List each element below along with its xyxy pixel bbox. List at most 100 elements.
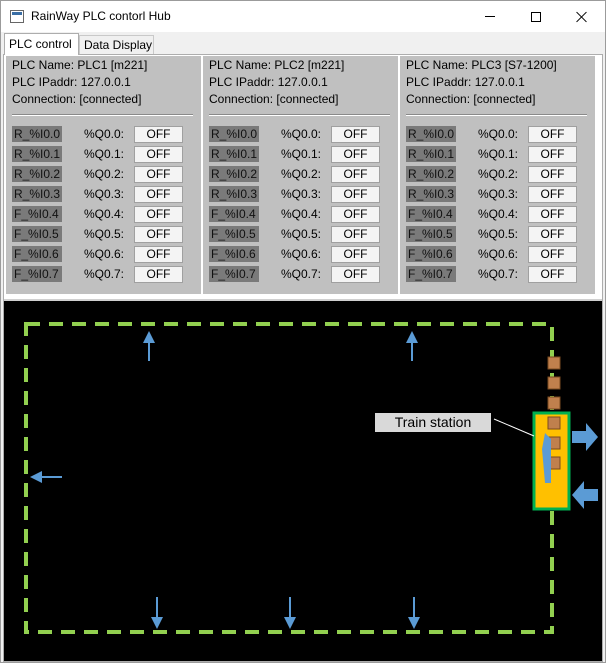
input-state-label: R_%I0.0 — [209, 126, 259, 142]
output-toggle-button[interactable]: OFF — [528, 126, 577, 143]
input-state-label: R_%I0.2 — [209, 166, 259, 182]
io-row: R_%I0.1 %Q0.1: OFF — [203, 144, 398, 164]
output-coil-label: %Q0.5: — [281, 227, 322, 241]
output-toggle-button[interactable]: OFF — [528, 166, 577, 183]
output-coil-label: %Q0.0: — [478, 127, 519, 141]
station-exit-arrow-icon — [572, 423, 598, 451]
output-coil-label: %Q0.5: — [478, 227, 519, 241]
train-station-label: Train station — [375, 413, 491, 432]
output-coil-label: %Q0.7: — [478, 267, 519, 281]
tab-data-display[interactable]: Data Display — [79, 35, 154, 55]
plc-panel-1: PLC Name: PLC1 [m221] PLC IPaddr: 127.0.0… — [6, 56, 201, 294]
io-row: F_%I0.6 %Q0.6: OFF — [6, 244, 201, 264]
output-toggle-button[interactable]: OFF — [134, 126, 183, 143]
input-state-label: F_%I0.7 — [209, 266, 259, 282]
input-state-label: R_%I0.0 — [12, 126, 62, 142]
input-state-label: F_%I0.4 — [209, 206, 259, 222]
app-icon — [10, 10, 24, 23]
railway-map — [24, 322, 598, 634]
output-toggle-button[interactable]: OFF — [331, 246, 380, 263]
output-coil-label: %Q0.3: — [478, 187, 519, 201]
plc-connection-status: Connection: [connected] — [12, 92, 142, 106]
io-row: R_%I0.0 %Q0.0: OFF — [400, 124, 595, 144]
title-bar[interactable]: RainWay PLC contorl Hub — [1, 1, 605, 32]
railway-canvas: Train station — [4, 299, 602, 661]
output-toggle-button[interactable]: OFF — [528, 186, 577, 203]
output-toggle-button[interactable]: OFF — [331, 206, 380, 223]
output-toggle-button[interactable]: OFF — [528, 146, 577, 163]
output-toggle-button[interactable]: OFF — [134, 146, 183, 163]
output-coil-label: %Q0.3: — [84, 187, 125, 201]
output-toggle-button[interactable]: OFF — [528, 206, 577, 223]
tab-plc-control[interactable]: PLC control — [4, 33, 79, 55]
output-toggle-button[interactable]: OFF — [134, 246, 183, 263]
output-toggle-button[interactable]: OFF — [331, 266, 380, 283]
output-coil-label: %Q0.1: — [84, 147, 125, 161]
separator — [209, 114, 390, 116]
output-toggle-button[interactable]: OFF — [134, 186, 183, 203]
train-car-icon[interactable] — [547, 376, 561, 390]
train-car-icon[interactable] — [547, 416, 561, 430]
station-pointer — [493, 418, 535, 437]
plc-panel-3: PLC Name: PLC3 [S7-1200] PLC IPaddr: 127.… — [400, 56, 595, 294]
output-coil-label: %Q0.4: — [84, 207, 125, 221]
plc-name: PLC Name: PLC2 [m221] — [209, 58, 345, 72]
plc-name: PLC Name: PLC1 [m221] — [12, 58, 148, 72]
output-toggle-button[interactable]: OFF — [331, 166, 380, 183]
io-row: R_%I0.3 %Q0.3: OFF — [400, 184, 595, 204]
minimize-icon — [485, 16, 495, 17]
output-toggle-button[interactable]: OFF — [134, 266, 183, 283]
io-row: F_%I0.5 %Q0.5: OFF — [203, 224, 398, 244]
input-state-label: R_%I0.2 — [406, 166, 456, 182]
output-coil-label: %Q0.2: — [281, 167, 322, 181]
plc-panel-2: PLC Name: PLC2 [m221] PLC IPaddr: 127.0.0… — [203, 56, 398, 294]
output-coil-label: %Q0.2: — [478, 167, 519, 181]
maximize-button[interactable] — [513, 1, 559, 32]
input-state-label: R_%I0.1 — [209, 146, 259, 162]
input-state-label: F_%I0.4 — [406, 206, 456, 222]
output-coil-label: %Q0.6: — [478, 247, 519, 261]
output-coil-label: %Q0.6: — [281, 247, 322, 261]
output-toggle-button[interactable]: OFF — [331, 146, 380, 163]
close-button[interactable] — [559, 1, 605, 32]
plc-ip-address: PLC IPaddr: 127.0.0.1 — [406, 75, 525, 89]
station-entry-arrow-icon — [572, 481, 598, 509]
output-toggle-button[interactable]: OFF — [528, 246, 577, 263]
output-toggle-button[interactable]: OFF — [134, 166, 183, 183]
input-state-label: F_%I0.4 — [12, 206, 62, 222]
output-coil-label: %Q0.6: — [84, 247, 125, 261]
output-toggle-button[interactable]: OFF — [134, 206, 183, 223]
output-coil-label: %Q0.1: — [478, 147, 519, 161]
output-toggle-button[interactable]: OFF — [331, 126, 380, 143]
close-icon — [576, 11, 588, 23]
output-toggle-button[interactable]: OFF — [528, 266, 577, 283]
minimize-button[interactable] — [467, 1, 513, 32]
train-car-icon[interactable] — [547, 396, 561, 410]
input-state-label: F_%I0.7 — [12, 266, 62, 282]
output-toggle-button[interactable]: OFF — [528, 226, 577, 243]
plc-control-page: PLC Name: PLC1 [m221] PLC IPaddr: 127.0.0… — [3, 54, 603, 662]
plc-connection-status: Connection: [connected] — [406, 92, 536, 106]
output-coil-label: %Q0.7: — [84, 267, 125, 281]
input-state-label: F_%I0.6 — [406, 246, 456, 262]
input-state-label: R_%I0.2 — [12, 166, 62, 182]
io-row: F_%I0.7 %Q0.7: OFF — [203, 264, 398, 284]
output-toggle-button[interactable]: OFF — [134, 226, 183, 243]
io-row: F_%I0.4 %Q0.4: OFF — [400, 204, 595, 224]
output-toggle-button[interactable]: OFF — [331, 226, 380, 243]
railway-track-loop — [24, 322, 554, 634]
io-row: F_%I0.5 %Q0.5: OFF — [6, 224, 201, 244]
train-car-icon[interactable] — [547, 356, 561, 370]
output-coil-label: %Q0.4: — [281, 207, 322, 221]
input-state-label: F_%I0.6 — [209, 246, 259, 262]
io-row: F_%I0.6 %Q0.6: OFF — [203, 244, 398, 264]
tab-strip: PLC control Data Display — [3, 33, 603, 55]
input-state-label: R_%I0.1 — [12, 146, 62, 162]
input-state-label: F_%I0.7 — [406, 266, 456, 282]
io-row: F_%I0.7 %Q0.7: OFF — [6, 264, 201, 284]
io-row: R_%I0.2 %Q0.2: OFF — [6, 164, 201, 184]
input-state-label: R_%I0.3 — [209, 186, 259, 202]
io-row: R_%I0.3 %Q0.3: OFF — [203, 184, 398, 204]
output-toggle-button[interactable]: OFF — [331, 186, 380, 203]
separator — [406, 114, 587, 116]
